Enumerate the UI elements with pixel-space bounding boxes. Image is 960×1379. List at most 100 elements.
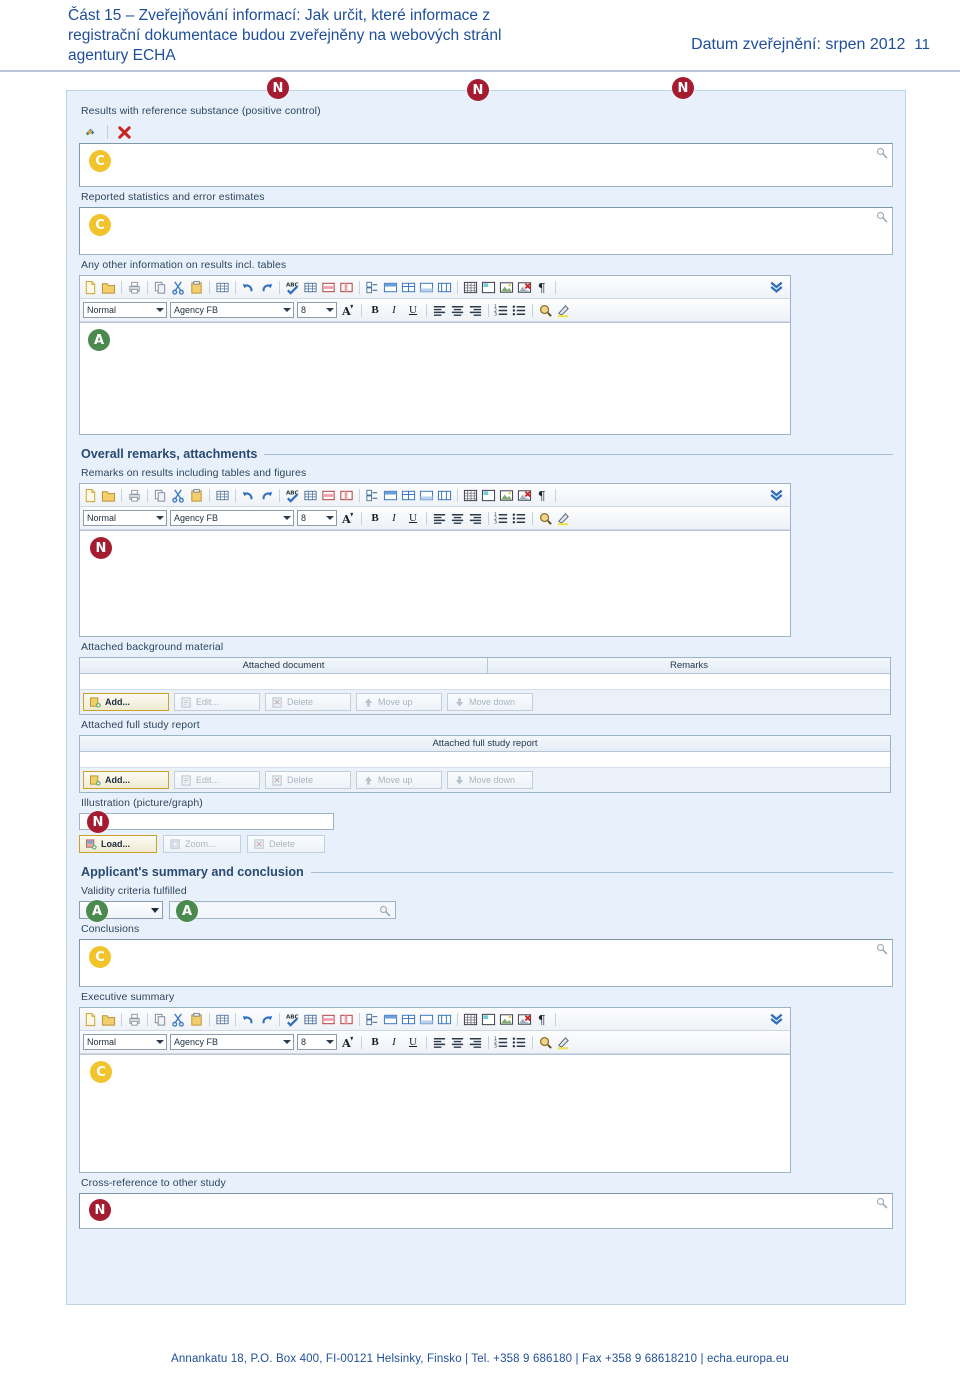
table-footer-icon[interactable]	[419, 1012, 434, 1027]
pilcrow-icon[interactable]: ¶	[535, 488, 550, 503]
table-grid-icon[interactable]	[303, 488, 318, 503]
find-replace-icon[interactable]	[538, 1035, 553, 1050]
new-document-icon[interactable]	[83, 488, 98, 503]
insert-image-icon[interactable]	[499, 488, 514, 503]
align-center-icon[interactable]	[450, 1035, 465, 1050]
table-split-icon[interactable]	[437, 280, 452, 295]
align-right-icon[interactable]	[468, 1035, 483, 1050]
align-left-icon[interactable]	[432, 511, 447, 526]
search-icon[interactable]	[876, 211, 888, 223]
pilcrow-icon[interactable]: ¶	[535, 280, 550, 295]
paragraph-style-select[interactable]: Normal	[83, 1034, 167, 1050]
font-family-select[interactable]: Agency FB	[170, 1034, 294, 1050]
find-replace-icon[interactable]	[538, 303, 553, 318]
open-folder-icon[interactable]	[101, 1012, 116, 1027]
copy-icon[interactable]	[153, 280, 168, 295]
open-folder-icon[interactable]	[101, 280, 116, 295]
table-footer-icon[interactable]	[419, 280, 434, 295]
any-other-information-editor[interactable]: A	[80, 322, 790, 434]
search-icon[interactable]	[876, 943, 888, 955]
font-family-select[interactable]: Agency FB	[170, 510, 294, 526]
validity-criteria-text-input[interactable]: A	[169, 900, 396, 922]
bold-button[interactable]: B	[367, 510, 383, 526]
edit-button[interactable]: Edit...	[174, 693, 260, 711]
expand-editor-chevron-icon[interactable]	[769, 1012, 784, 1026]
table-dense-grid-icon[interactable]	[463, 488, 478, 503]
insert-image-icon[interactable]	[499, 1012, 514, 1027]
table-cells-icon[interactable]	[401, 1012, 416, 1027]
delete-button[interactable]: Delete	[265, 693, 351, 711]
move-up-button[interactable]: Move up	[356, 771, 442, 789]
zoom-button[interactable]: Zoom...	[163, 835, 241, 853]
search-icon[interactable]	[876, 147, 888, 159]
pilcrow-icon[interactable]: ¶	[535, 1012, 550, 1027]
underline-button[interactable]: U	[405, 510, 421, 526]
table-column-icon[interactable]	[339, 488, 354, 503]
new-document-icon[interactable]	[83, 280, 98, 295]
font-family-select[interactable]: Agency FB	[170, 302, 294, 318]
delete-x-icon[interactable]	[117, 125, 132, 140]
split-cell-icon[interactable]	[365, 1012, 380, 1027]
undo-icon[interactable]	[241, 488, 256, 503]
italic-button[interactable]: I	[386, 1034, 402, 1050]
font-size-select[interactable]: 8	[297, 510, 337, 526]
table-properties-icon[interactable]	[481, 1012, 496, 1027]
paste-icon[interactable]	[189, 1012, 204, 1027]
table-grid-icon[interactable]	[303, 280, 318, 295]
add-button[interactable]: Add...	[83, 693, 169, 711]
cut-scissors-icon[interactable]	[171, 1012, 186, 1027]
highlight-pen-icon[interactable]	[556, 511, 571, 526]
redo-icon[interactable]	[259, 280, 274, 295]
highlight-pen-icon[interactable]	[556, 303, 571, 318]
spellcheck-icon[interactable]: ABC	[285, 488, 300, 503]
delete-image-button[interactable]: Delete	[247, 835, 325, 853]
align-right-icon[interactable]	[468, 511, 483, 526]
new-document-icon[interactable]	[83, 1012, 98, 1027]
image-delete-icon[interactable]	[517, 488, 532, 503]
results-reference-textarea[interactable]: C	[79, 143, 893, 187]
table-properties-icon[interactable]	[481, 280, 496, 295]
table-empty-row[interactable]	[80, 674, 890, 690]
paste-icon[interactable]	[189, 488, 204, 503]
align-right-icon[interactable]	[468, 303, 483, 318]
numbered-list-icon[interactable]: 123	[494, 511, 509, 526]
font-size-select[interactable]: 8	[297, 302, 337, 318]
load-button[interactable]: Load...	[79, 835, 157, 853]
align-left-icon[interactable]	[432, 1035, 447, 1050]
move-down-button[interactable]: Move down	[447, 693, 533, 711]
insert-table-icon[interactable]	[215, 488, 230, 503]
delete-button[interactable]: Delete	[265, 771, 351, 789]
redo-icon[interactable]	[259, 1012, 274, 1027]
bulleted-list-icon[interactable]	[512, 511, 527, 526]
numbered-list-icon[interactable]: 123	[494, 303, 509, 318]
image-delete-icon[interactable]	[517, 280, 532, 295]
table-dense-grid-icon[interactable]	[463, 1012, 478, 1027]
italic-button[interactable]: I	[386, 302, 402, 318]
undo-icon[interactable]	[241, 1012, 256, 1027]
paragraph-style-select[interactable]: Normal	[83, 302, 167, 318]
table-split-icon[interactable]	[437, 1012, 452, 1027]
table-split-icon[interactable]	[437, 488, 452, 503]
print-icon[interactable]	[127, 280, 142, 295]
table-column-icon[interactable]	[339, 1012, 354, 1027]
insert-table-icon[interactable]	[215, 280, 230, 295]
conclusions-textarea[interactable]: C	[79, 939, 893, 987]
table-grid-icon[interactable]	[303, 1012, 318, 1027]
search-icon[interactable]	[876, 1197, 888, 1209]
table-cells-icon[interactable]	[401, 280, 416, 295]
table-row-icon[interactable]	[321, 280, 336, 295]
edit-button[interactable]: Edit...	[174, 771, 260, 789]
redo-icon[interactable]	[259, 488, 274, 503]
bold-button[interactable]: B	[367, 1034, 383, 1050]
cut-scissors-icon[interactable]	[171, 280, 186, 295]
validity-criteria-select[interactable]: A	[79, 900, 163, 922]
highlight-pen-icon[interactable]	[556, 1035, 571, 1050]
table-row-icon[interactable]	[321, 1012, 336, 1027]
link-substance-icon[interactable]	[83, 125, 98, 140]
table-footer-icon[interactable]	[419, 488, 434, 503]
text-color-icon[interactable]: A	[340, 302, 356, 318]
table-header-blue-icon[interactable]	[383, 1012, 398, 1027]
find-replace-icon[interactable]	[538, 511, 553, 526]
text-color-icon[interactable]: A	[340, 510, 356, 526]
underline-button[interactable]: U	[405, 302, 421, 318]
